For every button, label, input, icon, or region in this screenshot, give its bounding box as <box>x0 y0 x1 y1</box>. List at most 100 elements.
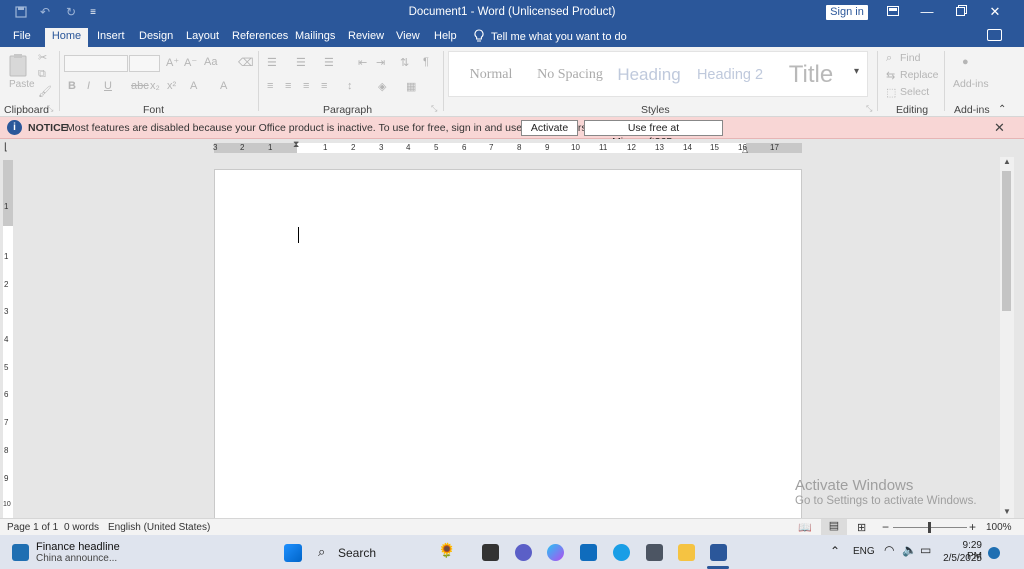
styles-more-icon[interactable]: ▾ <box>854 66 859 77</box>
vertical-ruler[interactable]: 1 1 2 3 4 5 6 7 8 9 10 <box>3 160 13 518</box>
minimize-icon[interactable]: — <box>912 2 942 22</box>
align-center-icon[interactable]: ≡ <box>285 80 291 92</box>
file-explorer-icon[interactable] <box>678 544 695 561</box>
taskbar-search[interactable]: ⌕ Search 🌻 <box>314 542 464 563</box>
font-color-icon[interactable]: A <box>220 80 227 92</box>
numbering-icon[interactable]: ☰ <box>296 56 306 69</box>
web-layout-icon[interactable]: ⊞ <box>857 521 866 534</box>
tab-selector-icon[interactable]: ⌊ <box>4 142 8 153</box>
superscript-icon[interactable]: x² <box>167 80 176 92</box>
page-count[interactable]: Page 1 of 1 <box>7 522 58 533</box>
word-count[interactable]: 0 words <box>64 522 99 533</box>
zoom-out-icon[interactable]: − <box>882 520 889 534</box>
input-language[interactable]: ENG <box>853 546 875 557</box>
borders-icon[interactable]: ▦ <box>406 80 416 93</box>
font-name-box[interactable] <box>64 55 128 72</box>
zoom-in-icon[interactable]: + <box>969 520 976 534</box>
align-right-icon[interactable]: ≡ <box>303 80 309 92</box>
subscript-icon[interactable]: x₂ <box>150 80 160 92</box>
underline-icon[interactable]: U <box>104 80 112 92</box>
clipboard-launcher-icon[interactable]: ⤡ <box>47 104 53 114</box>
shading-icon[interactable]: ◈ <box>378 80 386 93</box>
strikethrough-icon[interactable]: abc <box>131 80 149 92</box>
close-notice-icon[interactable]: ✕ <box>994 120 1005 136</box>
edge-icon[interactable] <box>613 544 630 561</box>
comments-icon[interactable] <box>987 29 1002 41</box>
show-marks-icon[interactable]: ¶ <box>423 56 429 68</box>
document-page[interactable] <box>214 169 802 518</box>
format-painter-icon[interactable]: 🖌 <box>38 85 52 98</box>
start-button-icon[interactable] <box>284 544 302 562</box>
print-layout-icon[interactable]: ▤ <box>821 519 847 535</box>
multilevel-list-icon[interactable]: ☰ <box>324 56 334 69</box>
tab-mailings[interactable]: Mailings <box>295 28 335 47</box>
tab-design[interactable]: Design <box>139 28 173 47</box>
cut-icon[interactable]: ✂ <box>38 51 47 64</box>
italic-icon[interactable]: I <box>87 80 90 92</box>
decrease-indent-icon[interactable]: ⇤ <box>358 56 367 69</box>
read-mode-icon[interactable]: 📖 <box>798 521 812 534</box>
ribbon-display-icon[interactable] <box>878 2 908 22</box>
bold-icon[interactable]: B <box>68 80 76 92</box>
bullets-icon[interactable]: ☰ <box>267 56 277 69</box>
line-spacing-icon[interactable]: ↕ <box>347 80 353 92</box>
activate-button[interactable]: Activate <box>521 120 578 136</box>
font-size-box[interactable] <box>129 55 160 72</box>
tab-review[interactable]: Review <box>348 28 384 47</box>
scroll-up-icon[interactable]: ▲ <box>1003 157 1011 166</box>
find-button[interactable]: Find <box>900 52 920 64</box>
battery-icon[interactable]: ▭ <box>920 543 931 557</box>
clock-date[interactable]: 2/5/2025 <box>936 553 982 564</box>
replace-button[interactable]: Replace <box>900 69 939 81</box>
use-web-button[interactable]: Use free at Microsoft365.com <box>584 120 723 148</box>
indent-marker-icon[interactable]: ⧗ <box>293 139 299 150</box>
select-button[interactable]: Select <box>900 86 929 98</box>
align-left-icon[interactable]: ≡ <box>267 80 273 92</box>
right-indent-marker-icon[interactable]: △ <box>742 145 748 154</box>
change-case-icon[interactable]: Aa <box>204 56 217 68</box>
language-indicator[interactable]: English (United States) <box>108 522 210 533</box>
paragraph-launcher-icon[interactable]: ⤡ <box>431 104 437 114</box>
vertical-scrollbar[interactable]: ▲ ▼ <box>1000 157 1014 518</box>
style-no-spacing[interactable]: No Spacing <box>533 57 607 93</box>
notifications-icon[interactable] <box>988 547 1000 559</box>
paste-button[interactable]: Paste <box>8 53 35 95</box>
grow-font-icon[interactable]: A⁺ <box>166 56 179 69</box>
scroll-down-icon[interactable]: ▼ <box>1003 507 1011 516</box>
show-hidden-icons-icon[interactable]: ⌃ <box>830 544 840 558</box>
zoom-slider-thumb[interactable] <box>928 522 931 533</box>
horizontal-ruler[interactable]: 3 2 1 1 2 3 4 5 6 7 8 9 10 11 12 13 14 1… <box>213 139 802 154</box>
style-title[interactable]: Title <box>775 57 847 93</box>
style-normal[interactable]: Normal <box>455 57 527 93</box>
increase-indent-icon[interactable]: ⇥ <box>376 56 385 69</box>
collapse-ribbon-icon[interactable]: ⌃ <box>998 104 1006 115</box>
close-icon[interactable]: ✕ <box>980 2 1010 22</box>
shrink-font-icon[interactable]: A⁻ <box>184 56 197 69</box>
styles-launcher-icon[interactable]: ⤡ <box>866 104 872 114</box>
news-widget[interactable]: Finance headline China announce... <box>12 539 122 565</box>
word-taskbar-icon[interactable] <box>710 544 727 561</box>
wifi-icon[interactable]: ◠ <box>884 543 894 557</box>
tab-help[interactable]: Help <box>434 28 457 47</box>
calculator-icon[interactable] <box>646 544 663 561</box>
teams-icon[interactable] <box>515 544 532 561</box>
sign-in-button[interactable]: Sign in <box>826 5 868 20</box>
scroll-thumb[interactable] <box>1002 171 1011 311</box>
copilot-icon[interactable] <box>547 544 564 561</box>
volume-icon[interactable]: 🔈 <box>902 543 917 557</box>
text-effects-icon[interactable]: A <box>190 80 197 92</box>
tab-insert[interactable]: Insert <box>97 28 125 47</box>
task-view-icon[interactable] <box>482 544 499 561</box>
tab-file[interactable]: File <box>13 28 31 47</box>
store-icon[interactable] <box>580 544 597 561</box>
style-heading-2[interactable]: Heading 2 <box>691 57 769 93</box>
zoom-slider[interactable] <box>893 522 967 533</box>
sort-icon[interactable]: ⇅ <box>400 56 409 69</box>
tab-layout[interactable]: Layout <box>186 28 219 47</box>
tab-view[interactable]: View <box>396 28 420 47</box>
clear-formatting-icon[interactable]: ⌫ <box>238 56 254 69</box>
justify-icon[interactable]: ≡ <box>321 80 327 92</box>
zoom-level[interactable]: 100% <box>986 522 1012 533</box>
tell-me-box[interactable]: Tell me what you want to do <box>474 29 627 45</box>
tab-home[interactable]: Home <box>45 28 88 47</box>
